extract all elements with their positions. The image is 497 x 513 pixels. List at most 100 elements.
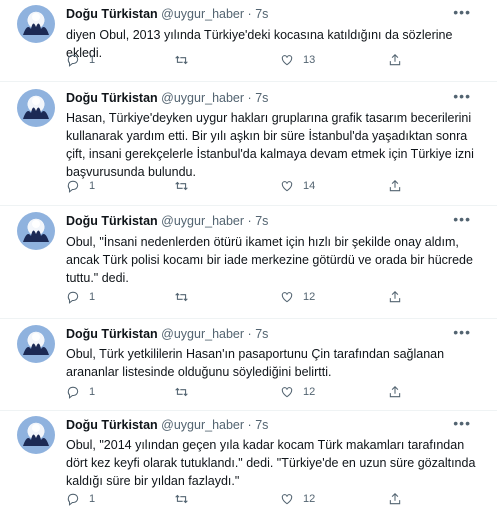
share-button[interactable]: [388, 179, 402, 193]
like-button[interactable]: 12: [280, 290, 315, 304]
tweet[interactable]: Doğu Türkistan @uygur_haber · 7s ••• diy…: [0, 0, 497, 82]
reply-button[interactable]: 1: [66, 385, 95, 399]
more-icon[interactable]: •••: [453, 324, 471, 340]
tweet-feed: Doğu Türkistan @uygur_haber · 7s ••• diy…: [0, 0, 497, 513]
reply-count: 1: [89, 386, 96, 398]
share-icon: [389, 291, 401, 303]
share-button[interactable]: [388, 385, 402, 399]
like-button[interactable]: 13: [280, 53, 315, 67]
like-icon: [281, 494, 293, 505]
share-icon: [389, 180, 401, 192]
timestamp[interactable]: 7s: [255, 91, 268, 105]
tweet[interactable]: Doğu Türkistan @uygur_haber · 7s ••• Obu…: [0, 206, 497, 319]
tweet-text-line: Obul, Türk yetkililerin Hasan'ın pasapor…: [66, 347, 445, 361]
like-button[interactable]: 14: [280, 179, 315, 193]
reply-count: 1: [89, 493, 96, 505]
tweet-text-line: Obul, "2014 yılından geçen yıla kadar ko…: [66, 438, 465, 452]
avatar[interactable]: [17, 325, 55, 363]
more-icon[interactable]: •••: [453, 4, 471, 20]
separator-dot: ·: [247, 7, 252, 21]
share-button[interactable]: [388, 290, 402, 304]
tweet-text-line: dört kez keyfi olarak tutuklandı." dedi.…: [66, 456, 476, 470]
like-count: 12: [303, 493, 316, 505]
like-icon: [281, 292, 293, 303]
share-button[interactable]: [388, 53, 402, 67]
tweet-actions: 1 13: [66, 53, 479, 69]
retweet-icon: [175, 387, 188, 397]
author-name[interactable]: Doğu Türkistan: [66, 327, 158, 341]
reply-icon: [67, 493, 79, 506]
tweet-text: Obul, "2014 yılından geçen yıla kadar ko…: [66, 436, 479, 490]
author-handle[interactable]: @uygur_haber: [161, 91, 244, 105]
like-count: 12: [303, 291, 316, 303]
retweet-button[interactable]: [174, 290, 198, 304]
more-icon[interactable]: •••: [453, 88, 471, 104]
like-icon: [281, 181, 293, 192]
like-count: 12: [303, 386, 316, 398]
tweet-actions: 1 12: [66, 290, 479, 306]
reply-button[interactable]: 1: [66, 492, 95, 506]
tweet-text: Obul, "İnsani nedenlerden ötürü ikamet i…: [66, 233, 479, 287]
share-icon: [389, 493, 401, 505]
timestamp[interactable]: 7s: [255, 214, 268, 228]
tweet-text: Obul, Türk yetkililerin Hasan'ın pasapor…: [66, 345, 479, 381]
tweet-actions: 1 12: [66, 385, 479, 401]
avatar[interactable]: [17, 5, 55, 43]
tweet-text-line: kaldığı süre bir yıldan fazlaydı.": [66, 474, 240, 488]
reply-count: 1: [89, 291, 96, 303]
reply-icon: [67, 291, 79, 304]
author-name[interactable]: Doğu Türkistan: [66, 7, 158, 21]
retweet-button[interactable]: [174, 385, 198, 399]
retweet-icon: [175, 494, 188, 504]
author-handle[interactable]: @uygur_haber: [161, 327, 244, 341]
tweet-text-line: Obul, "İnsani nedenlerden ötürü ikamet i…: [66, 235, 459, 249]
tweet-text-line: tuttu." dedi.: [66, 271, 129, 285]
more-icon[interactable]: •••: [453, 211, 471, 227]
retweet-icon: [175, 55, 188, 65]
retweet-button[interactable]: [174, 492, 198, 506]
reply-icon: [67, 386, 79, 399]
retweet-button[interactable]: [174, 179, 198, 193]
avatar[interactable]: [17, 416, 55, 454]
retweet-button[interactable]: [174, 53, 198, 67]
timestamp[interactable]: 7s: [255, 418, 268, 432]
avatar[interactable]: [17, 212, 55, 250]
reply-count: 1: [89, 180, 96, 192]
timestamp[interactable]: 7s: [255, 327, 268, 341]
separator-dot: ·: [247, 214, 252, 228]
retweet-icon: [175, 181, 188, 191]
separator-dot: ·: [247, 327, 252, 341]
reply-button[interactable]: 1: [66, 290, 95, 304]
share-button[interactable]: [388, 492, 402, 506]
reply-button[interactable]: 1: [66, 53, 95, 67]
reply-button[interactable]: 1: [66, 179, 95, 193]
share-icon: [389, 386, 401, 398]
tweet[interactable]: Doğu Türkistan @uygur_haber · 7s ••• Has…: [0, 82, 497, 206]
tweet-text-line: arananlar listesinde olduğunu söylediğin…: [66, 365, 332, 379]
tweet-header: Doğu Türkistan @uygur_haber · 7s: [66, 214, 268, 228]
author-name[interactable]: Doğu Türkistan: [66, 214, 158, 228]
tweet-header: Doğu Türkistan @uygur_haber · 7s: [66, 7, 268, 21]
tweet-text-line: kullanarak yardım etti. Bir yılı aşkın b…: [66, 129, 468, 143]
like-button[interactable]: 12: [280, 492, 315, 506]
separator-dot: ·: [247, 91, 252, 105]
tweet-text-line: çift, insani gerekçelerle İstanbul'da ka…: [66, 147, 474, 161]
author-name[interactable]: Doğu Türkistan: [66, 91, 158, 105]
more-icon[interactable]: •••: [453, 415, 471, 431]
author-handle[interactable]: @uygur_haber: [161, 214, 244, 228]
tweet-text-line: ancak Türk polisi kocamı bir iade merkez…: [66, 253, 473, 267]
reply-icon: [67, 54, 79, 67]
avatar[interactable]: [17, 89, 55, 127]
tweet-header: Doğu Türkistan @uygur_haber · 7s: [66, 418, 268, 432]
like-count: 14: [303, 180, 316, 192]
tweet-header: Doğu Türkistan @uygur_haber · 7s: [66, 327, 268, 341]
author-name[interactable]: Doğu Türkistan: [66, 418, 158, 432]
share-icon: [389, 54, 401, 66]
tweet-actions: 1 14: [66, 179, 479, 195]
author-handle[interactable]: @uygur_haber: [161, 7, 244, 21]
author-handle[interactable]: @uygur_haber: [161, 418, 244, 432]
timestamp[interactable]: 7s: [255, 7, 268, 21]
tweet[interactable]: Doğu Türkistan @uygur_haber · 7s ••• Obu…: [0, 411, 497, 513]
like-button[interactable]: 12: [280, 385, 315, 399]
tweet[interactable]: Doğu Türkistan @uygur_haber · 7s ••• Obu…: [0, 319, 497, 411]
